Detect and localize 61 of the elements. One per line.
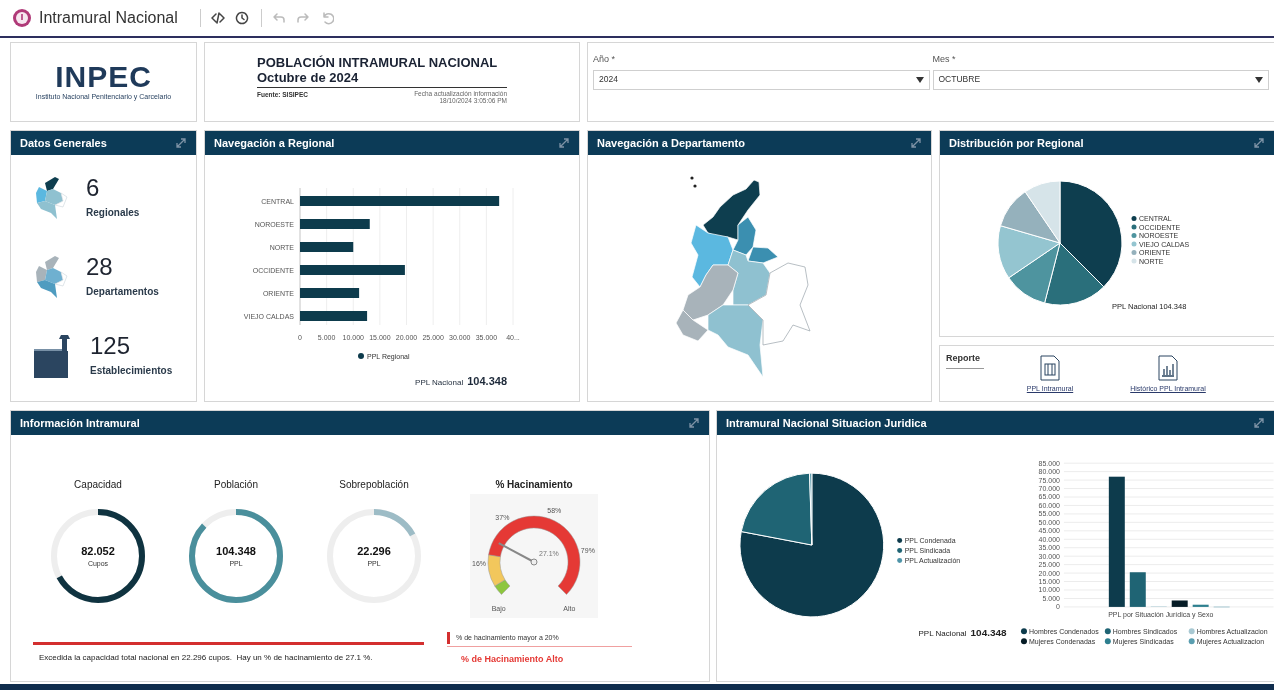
alert-marker bbox=[447, 632, 450, 644]
bar bbox=[1193, 604, 1210, 607]
status-label: % de Hacinamiento Alto bbox=[461, 653, 565, 666]
ring-title: Sobrepoblación bbox=[339, 478, 409, 492]
bar bbox=[300, 311, 368, 321]
chart-document-icon[interactable] bbox=[1158, 355, 1178, 381]
app-title: Intramural Nacional bbox=[39, 8, 178, 28]
stat-value: 28 bbox=[86, 254, 114, 280]
ring-value: 22.296 bbox=[357, 543, 391, 559]
report-title: POBLACIÓN INTRAMURAL NACIONAL bbox=[257, 55, 499, 70]
panel-title: Distribución por Regional bbox=[949, 135, 1084, 151]
panel-title: Navegación a Departamento bbox=[597, 135, 745, 151]
code-icon[interactable] bbox=[210, 11, 225, 25]
prison-building-icon bbox=[33, 333, 73, 379]
clock-icon[interactable] bbox=[234, 11, 249, 25]
stat-label: Departamentos bbox=[86, 285, 159, 299]
ring-value: 104.348 bbox=[216, 543, 256, 559]
field-label: Año * bbox=[593, 53, 617, 66]
bar bbox=[1130, 572, 1147, 607]
map-icon bbox=[33, 175, 69, 221]
expand-icon[interactable] bbox=[175, 137, 187, 149]
total-value: 104.348 bbox=[970, 626, 1007, 638]
bar bbox=[1172, 600, 1189, 607]
expand-icon[interactable] bbox=[910, 137, 922, 149]
ring-value: 82.052 bbox=[81, 543, 115, 559]
report-subtitle: Octubre de 2024 bbox=[257, 70, 507, 88]
panel-title: Intramural Nacional Situacion Juridica bbox=[726, 415, 927, 431]
caret-icon[interactable] bbox=[915, 76, 924, 83]
total-value: 104.348 bbox=[467, 374, 507, 389]
expand-icon[interactable] bbox=[558, 137, 570, 149]
expand-icon[interactable] bbox=[1253, 137, 1265, 149]
map-icon bbox=[33, 254, 69, 300]
ring-title: Capacidad bbox=[74, 478, 122, 492]
map-drawing[interactable] bbox=[675, 176, 811, 378]
expand-icon[interactable] bbox=[1253, 417, 1265, 429]
total-label: PPL Nacional bbox=[415, 377, 464, 389]
section-title: Reporte bbox=[946, 352, 984, 369]
dropdown-value: 2024 bbox=[599, 73, 618, 86]
dropdown-value: OCTUBRE bbox=[938, 73, 981, 86]
logo-icon bbox=[12, 8, 32, 28]
bar bbox=[300, 288, 360, 298]
expand-icon[interactable] bbox=[688, 417, 700, 429]
dropdown-field[interactable]: OCTUBRE bbox=[932, 69, 1269, 90]
panel-title: Navegación a Regional bbox=[214, 135, 335, 151]
logo-wordmark: INPEC bbox=[55, 61, 152, 92]
panel-title: Datos Generales bbox=[20, 135, 107, 151]
caret-icon[interactable] bbox=[1255, 76, 1263, 83]
bar bbox=[300, 219, 370, 229]
field-label: Mes * bbox=[932, 53, 957, 66]
panel-title: Información Intramural bbox=[20, 415, 140, 431]
dropdown-field[interactable]: 2024 bbox=[593, 69, 930, 90]
stat-value: 6 bbox=[86, 175, 101, 201]
summary-text: Excedida la capacidad total nacional en 22.296 cupos. Hay un % de hacinamiento de 27.1 %. bbox=[39, 652, 374, 664]
stat-label: Regionales bbox=[86, 206, 140, 220]
gauge-title: % Hacinamiento bbox=[495, 478, 573, 492]
stat-value: 125 bbox=[90, 333, 132, 359]
ring-title: Población bbox=[214, 478, 258, 492]
document-icon[interactable] bbox=[1040, 355, 1060, 381]
bar bbox=[300, 242, 354, 252]
stat-label: Establecimientos bbox=[90, 364, 173, 378]
total-label: PPL Nacional bbox=[918, 628, 967, 638]
